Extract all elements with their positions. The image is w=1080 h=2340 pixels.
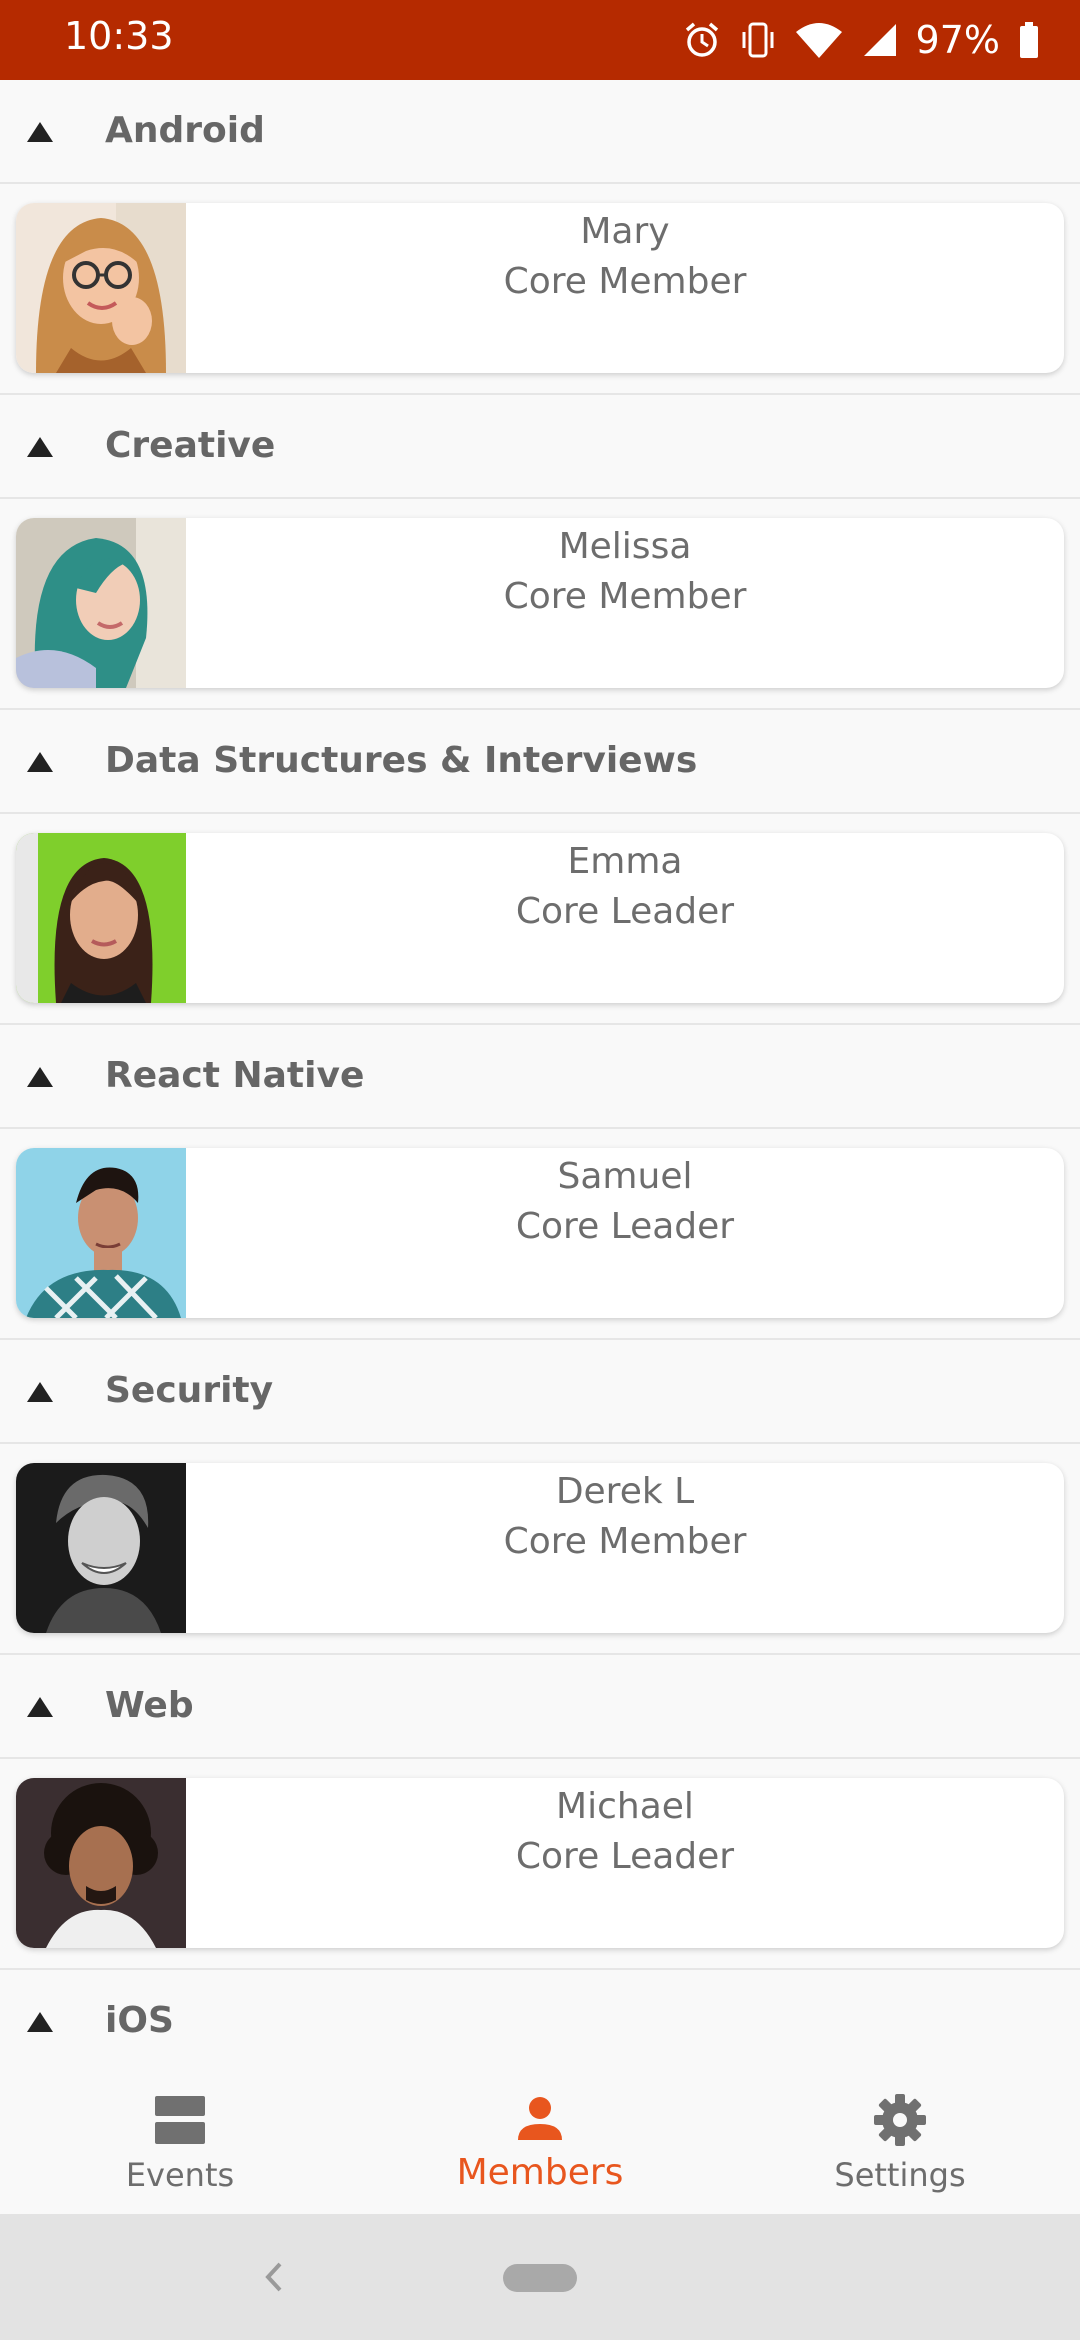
member-name: Samuel <box>557 1156 693 1197</box>
member-role: Core Member <box>503 261 747 302</box>
member-role: Core Member <box>503 576 747 617</box>
member-role: Core Leader <box>515 1836 735 1877</box>
member-name: Mary <box>580 211 670 252</box>
section-header[interactable]: Data Structures & Interviews <box>0 710 1080 814</box>
back-icon[interactable] <box>262 2260 286 2294</box>
person-icon <box>518 2097 562 2140</box>
section-header[interactable]: Creative <box>0 395 1080 499</box>
member-card-row: Michael Core Leader <box>0 1759 1080 1970</box>
nav-label: Events <box>125 2156 235 2194</box>
member-card[interactable]: Melissa Core Member <box>16 518 1064 688</box>
section-data-structures: Data Structures & Interviews Emma Core L… <box>0 710 1080 1025</box>
nav-label: Members <box>456 2152 624 2193</box>
section-title: Data Structures & Interviews <box>105 740 698 781</box>
member-card[interactable]: Mary Core Member <box>16 203 1064 373</box>
section-title: Web <box>105 1685 194 1726</box>
section-title: Android <box>105 110 265 151</box>
battery-percent: 97% <box>915 18 1000 62</box>
collapse-caret-icon[interactable] <box>26 1380 54 1404</box>
member-card[interactable]: Michael Core Leader <box>16 1778 1064 1948</box>
vibrate-icon <box>740 20 776 60</box>
member-card-row: Samuel Core Leader <box>0 1129 1080 1340</box>
collapse-caret-icon[interactable] <box>26 1695 54 1719</box>
gear-icon <box>874 2094 926 2146</box>
bottom-nav: Events Members Settings <box>0 2080 1080 2214</box>
section-header[interactable]: Web <box>0 1655 1080 1759</box>
system-nav-bar <box>0 2214 1080 2340</box>
avatar <box>16 1463 186 1633</box>
member-role: Core Member <box>503 1521 747 1562</box>
nav-events[interactable]: Events <box>0 2080 360 2214</box>
section-android: Android Mary Core Member <box>0 80 1080 395</box>
member-card-row: Mary Core Member <box>0 184 1080 395</box>
section-title: Security <box>105 1370 274 1411</box>
wifi-icon <box>794 20 844 60</box>
alarm-icon <box>682 20 722 60</box>
member-card[interactable]: Samuel Core Leader <box>16 1148 1064 1318</box>
section-security: Security Derek L Core Member <box>0 1340 1080 1655</box>
collapse-caret-icon[interactable] <box>26 750 54 774</box>
member-name: Melissa <box>558 526 692 567</box>
section-header[interactable]: Android <box>0 80 1080 184</box>
avatar <box>16 518 186 688</box>
status-time: 10:33 <box>64 14 174 58</box>
member-card-row: Emma Core Leader <box>0 814 1080 1025</box>
member-name: Derek L <box>555 1471 695 1512</box>
section-creative: Creative Melissa Core Member <box>0 395 1080 710</box>
collapse-caret-icon[interactable] <box>26 435 54 459</box>
member-card[interactable]: Emma Core Leader <box>16 833 1064 1003</box>
member-name: Emma <box>567 841 683 882</box>
members-list[interactable]: Android Mary Core Member Creative Meliss… <box>0 80 1080 2080</box>
section-web: Web Michael Core Leader <box>0 1655 1080 1970</box>
member-card-row: Derek L Core Member <box>0 1444 1080 1655</box>
status-icons: 97% <box>682 12 1040 68</box>
member-card-row: Melissa Core Member <box>0 499 1080 710</box>
collapse-caret-icon[interactable] <box>26 120 54 144</box>
section-header[interactable]: Security <box>0 1340 1080 1444</box>
collapse-caret-icon[interactable] <box>26 1065 54 1089</box>
events-icon <box>155 2096 205 2144</box>
nav-members[interactable]: Members <box>360 2080 720 2214</box>
member-name: Michael <box>556 1786 694 1827</box>
battery-icon <box>1018 20 1040 60</box>
signal-icon <box>862 20 898 60</box>
section-react-native: React Native Samuel Core Leader <box>0 1025 1080 1340</box>
nav-label: Settings <box>834 2156 966 2194</box>
home-pill[interactable] <box>503 2264 577 2292</box>
section-title: Creative <box>105 425 276 466</box>
member-role: Core Leader <box>515 1206 735 1247</box>
avatar <box>16 1148 186 1318</box>
collapse-caret-icon[interactable] <box>26 2010 54 2034</box>
avatar <box>16 203 186 373</box>
avatar <box>16 833 186 1003</box>
section-title: React Native <box>105 1055 365 1096</box>
member-card[interactable]: Derek L Core Member <box>16 1463 1064 1633</box>
avatar <box>16 1778 186 1948</box>
status-bar: 10:33 97% <box>0 0 1080 80</box>
section-title: iOS <box>105 2000 174 2041</box>
section-ios: iOS <box>0 1970 1080 2074</box>
member-role: Core Leader <box>515 891 735 932</box>
section-header[interactable]: iOS <box>0 1970 1080 2074</box>
nav-settings[interactable]: Settings <box>720 2080 1080 2214</box>
section-header[interactable]: React Native <box>0 1025 1080 1129</box>
